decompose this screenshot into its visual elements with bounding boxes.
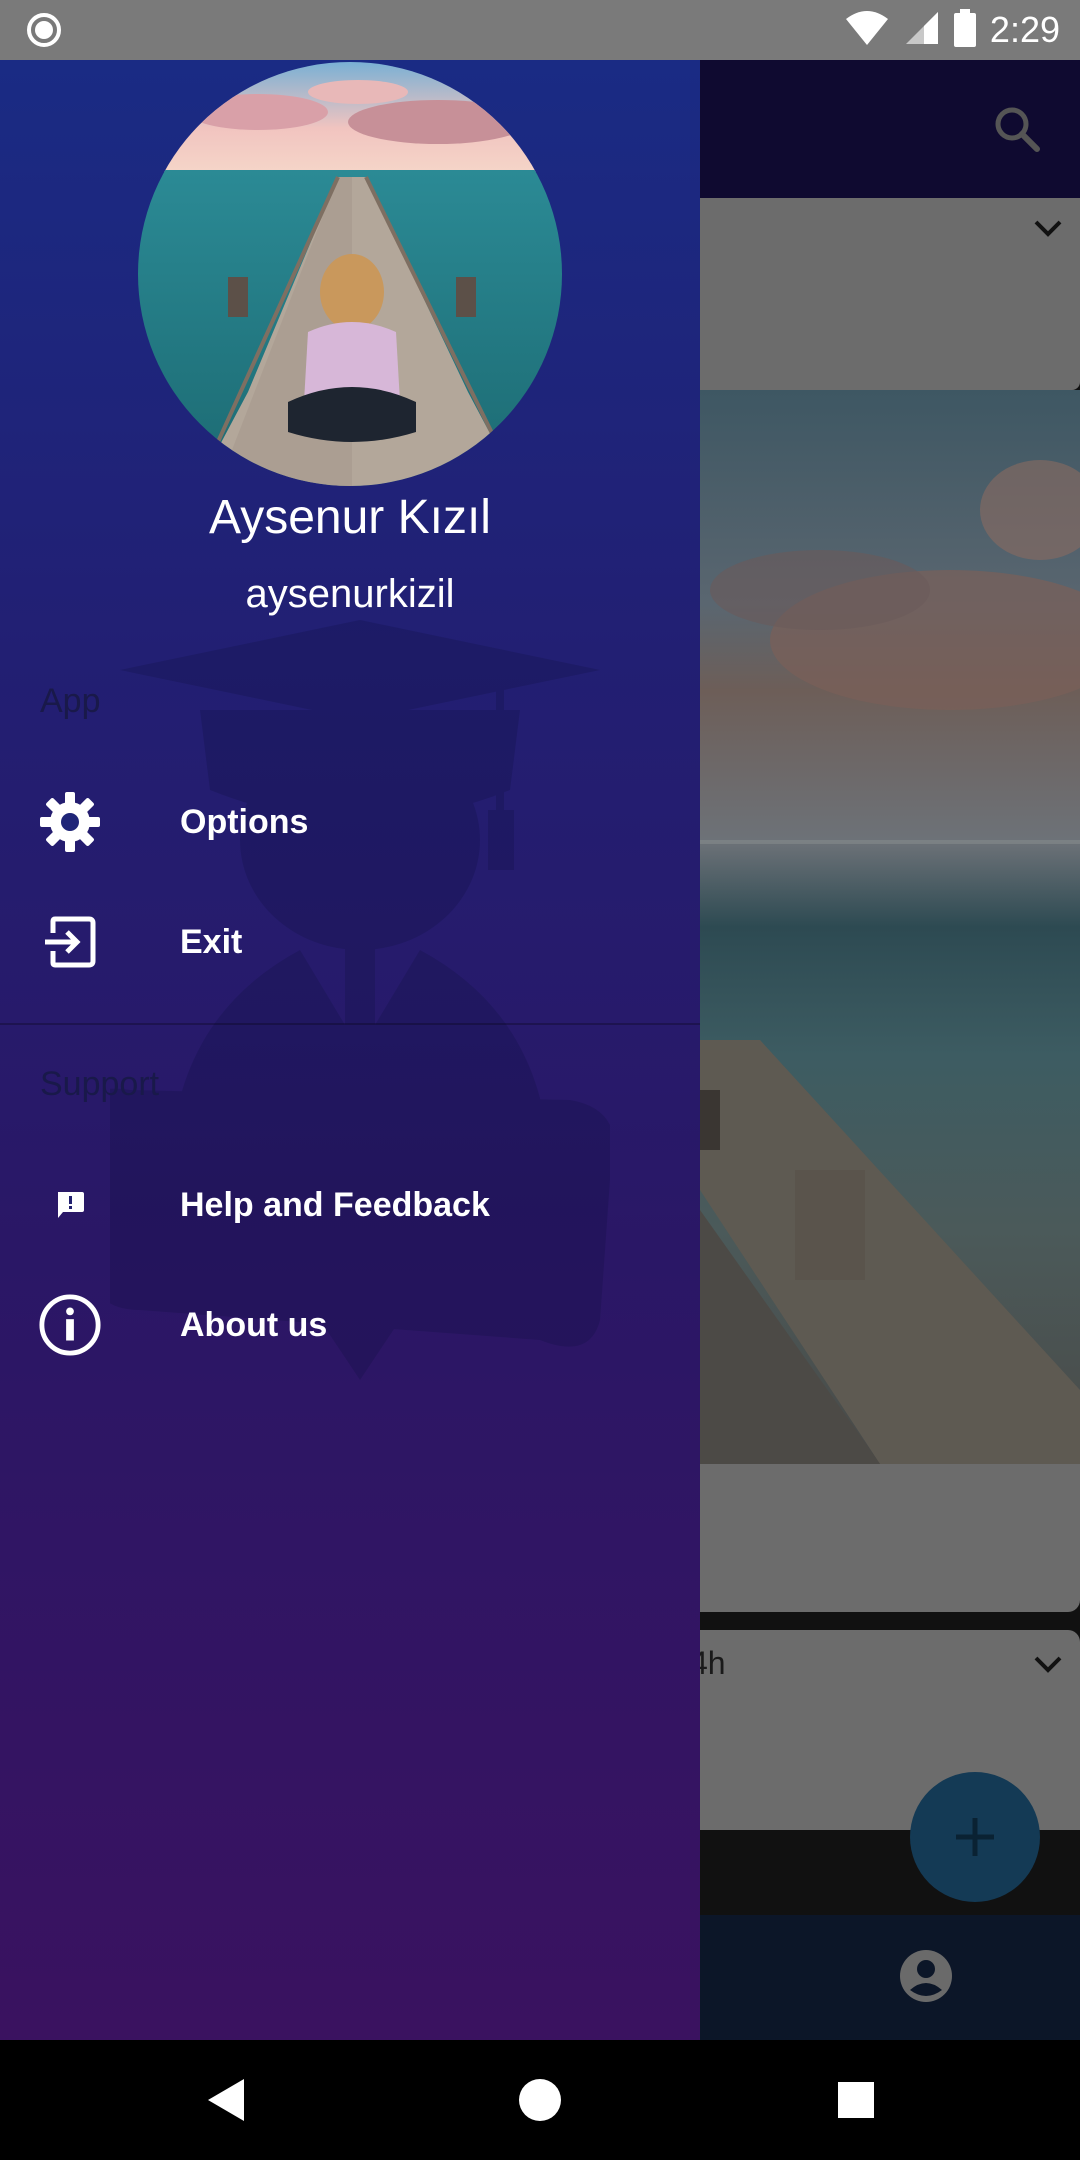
- status-bar: 2:29: [0, 0, 1080, 60]
- home-icon[interactable]: [510, 2070, 570, 2130]
- info-icon: [38, 1293, 102, 1357]
- feedback-icon: [38, 1173, 102, 1237]
- wifi-icon: [844, 9, 890, 52]
- menu-item-help-feedback[interactable]: Help and Feedback: [0, 1150, 700, 1260]
- cell-signal-icon: [904, 10, 940, 51]
- chevron-down-icon[interactable]: [1028, 1644, 1068, 1689]
- gear-icon: [38, 790, 102, 854]
- search-icon[interactable]: [992, 104, 1042, 159]
- menu-item-about-us[interactable]: About us: [0, 1270, 700, 1380]
- account-icon[interactable]: [898, 1948, 954, 2009]
- navigation-drawer: Aysenur Kızıl aysenurkizil App Options E…: [0, 60, 700, 2040]
- add-icon: [956, 1818, 994, 1856]
- chevron-down-icon[interactable]: [1028, 208, 1068, 253]
- exit-icon: [38, 910, 102, 974]
- divider: [0, 1023, 700, 1025]
- add-button[interactable]: [910, 1772, 1040, 1902]
- recents-icon[interactable]: [826, 2070, 886, 2130]
- battery-icon: [953, 8, 976, 52]
- menu-item-label: About us: [180, 1305, 328, 1344]
- menu-item-label: Exit: [180, 922, 243, 961]
- menu-item-options[interactable]: Options: [0, 767, 700, 877]
- profile-username: aysenurkizil: [245, 572, 455, 616]
- menu-item-label: Options: [180, 802, 309, 841]
- section-header-support: Support: [40, 1065, 160, 1103]
- section-header-app: App: [40, 682, 101, 720]
- system-nav-bar: [0, 2040, 1080, 2160]
- menu-item-label: Help and Feedback: [180, 1185, 490, 1224]
- back-icon[interactable]: [196, 2070, 256, 2130]
- profile-avatar[interactable]: [138, 62, 562, 486]
- profile-name: Aysenur Kızıl: [209, 491, 491, 544]
- record-icon: [26, 12, 62, 48]
- status-time: 2:29: [989, 9, 1060, 50]
- menu-item-exit[interactable]: Exit: [0, 887, 700, 997]
